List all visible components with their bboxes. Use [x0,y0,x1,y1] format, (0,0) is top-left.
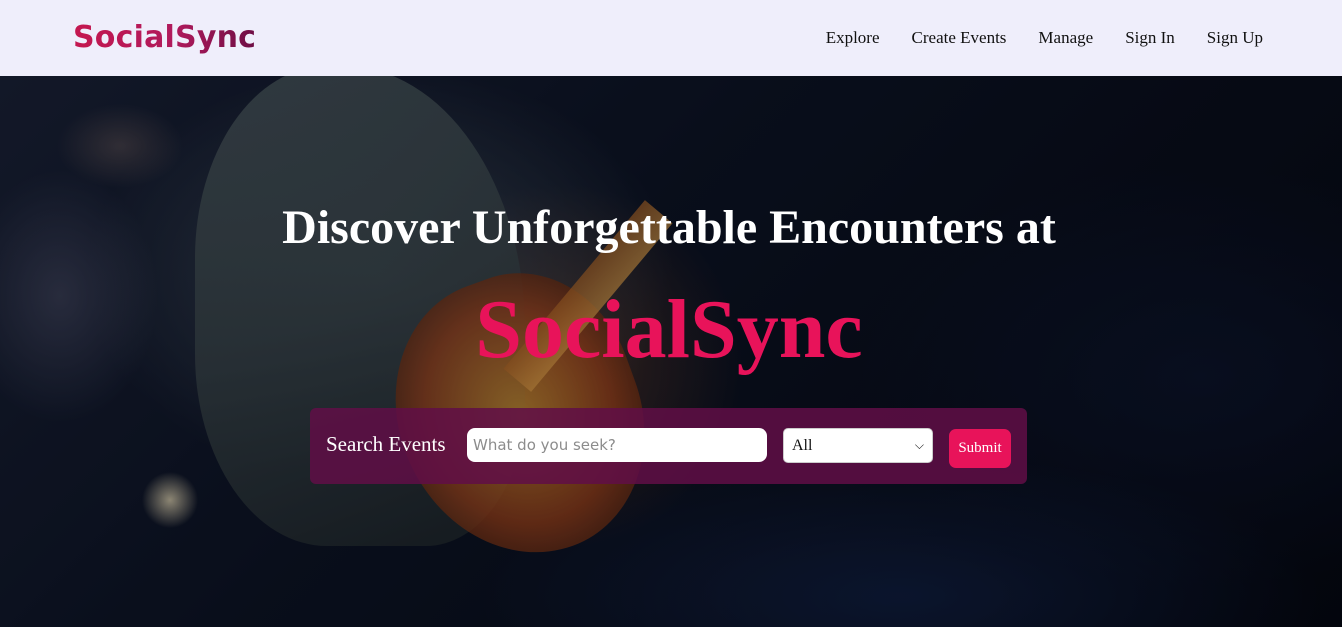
nav-sign-in[interactable]: Sign In [1125,28,1175,48]
nav-manage[interactable]: Manage [1038,28,1093,48]
search-events-label: Search Events [326,432,446,456]
chevron-down-icon: ⌵ [914,438,924,452]
top-navbar: SocialSync Explore Create Events Manage … [0,0,1342,76]
brand-logo[interactable]: SocialSync [73,20,256,55]
hero-brand-name: SocialSync [475,283,863,376]
search-events-form: Search Events All ⌵ Submit [310,408,1027,484]
nav-sign-up[interactable]: Sign Up [1207,28,1263,48]
category-select-value: All [792,436,813,454]
nav-create-events[interactable]: Create Events [912,28,1007,48]
nav-explore[interactable]: Explore [826,28,880,48]
submit-button[interactable]: Submit [949,429,1011,468]
category-select[interactable]: All ⌵ [783,428,933,463]
hero-section: Discover Unforgettable Encounters at Soc… [0,76,1342,627]
search-input[interactable] [467,428,767,462]
main-nav: Explore Create Events Manage Sign In Sig… [826,28,1263,48]
hero-title: Discover Unforgettable Encounters at [282,201,1056,254]
